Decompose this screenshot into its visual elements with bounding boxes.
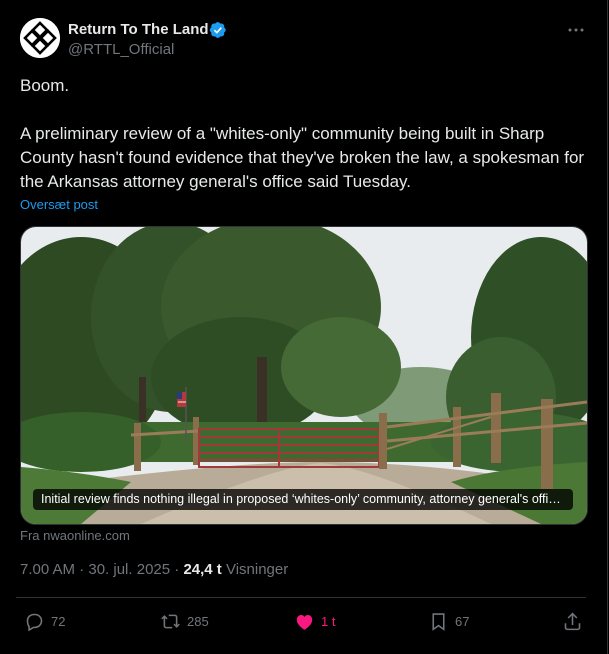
author-handle[interactable]: @RTTL_Official [68, 41, 174, 58]
logo-icon [20, 18, 60, 58]
post-meta: 7.00 AM · 30. jul. 2025 · 24,4 t Visning… [20, 561, 288, 578]
reply-icon [26, 613, 43, 631]
views-count: 24,4 t [183, 561, 222, 578]
share-icon [564, 612, 581, 630]
bookmark-icon [432, 612, 445, 631]
reply-button[interactable]: 72 [24, 610, 65, 632]
translate-post-link[interactable]: Oversæt post [20, 197, 98, 212]
heart-filled-icon [296, 614, 313, 630]
repost-count: 285 [187, 613, 209, 629]
post-text: Boom. A preliminary review of a "whites-… [20, 74, 590, 194]
share-button[interactable] [562, 610, 583, 632]
link-card-image[interactable] [20, 226, 588, 525]
views-label: Visninger [221, 561, 289, 578]
post-line-1: Boom. [20, 76, 70, 95]
photo-fence-gate [21, 227, 587, 524]
more-dots-icon [568, 28, 584, 32]
author-name[interactable]: Return To The Land [68, 21, 209, 38]
verified-badge-icon [209, 22, 226, 38]
post-timestamp[interactable]: 7.00 AM · 30. jul. 2025 · [20, 561, 183, 578]
avatar[interactable] [20, 18, 60, 58]
post-body: A preliminary review of a "whites-only" … [20, 124, 585, 191]
more-options-button[interactable] [564, 18, 588, 42]
action-bar: 72 285 1 t 67 [0, 598, 607, 646]
bookmark-button[interactable]: 67 [428, 610, 469, 632]
repost-icon [161, 614, 180, 628]
post: Return To The Land @RTTL_Official Boom. … [0, 0, 608, 654]
like-button[interactable]: 1 t [294, 610, 335, 632]
bookmark-count: 67 [455, 613, 470, 629]
like-count: 1 t [321, 613, 336, 629]
link-card-caption: Initial review finds nothing illegal in … [33, 489, 573, 510]
reply-count: 72 [51, 613, 66, 629]
link-source[interactable]: Fra nwaonline.com [20, 528, 130, 543]
repost-button[interactable]: 285 [160, 610, 209, 632]
